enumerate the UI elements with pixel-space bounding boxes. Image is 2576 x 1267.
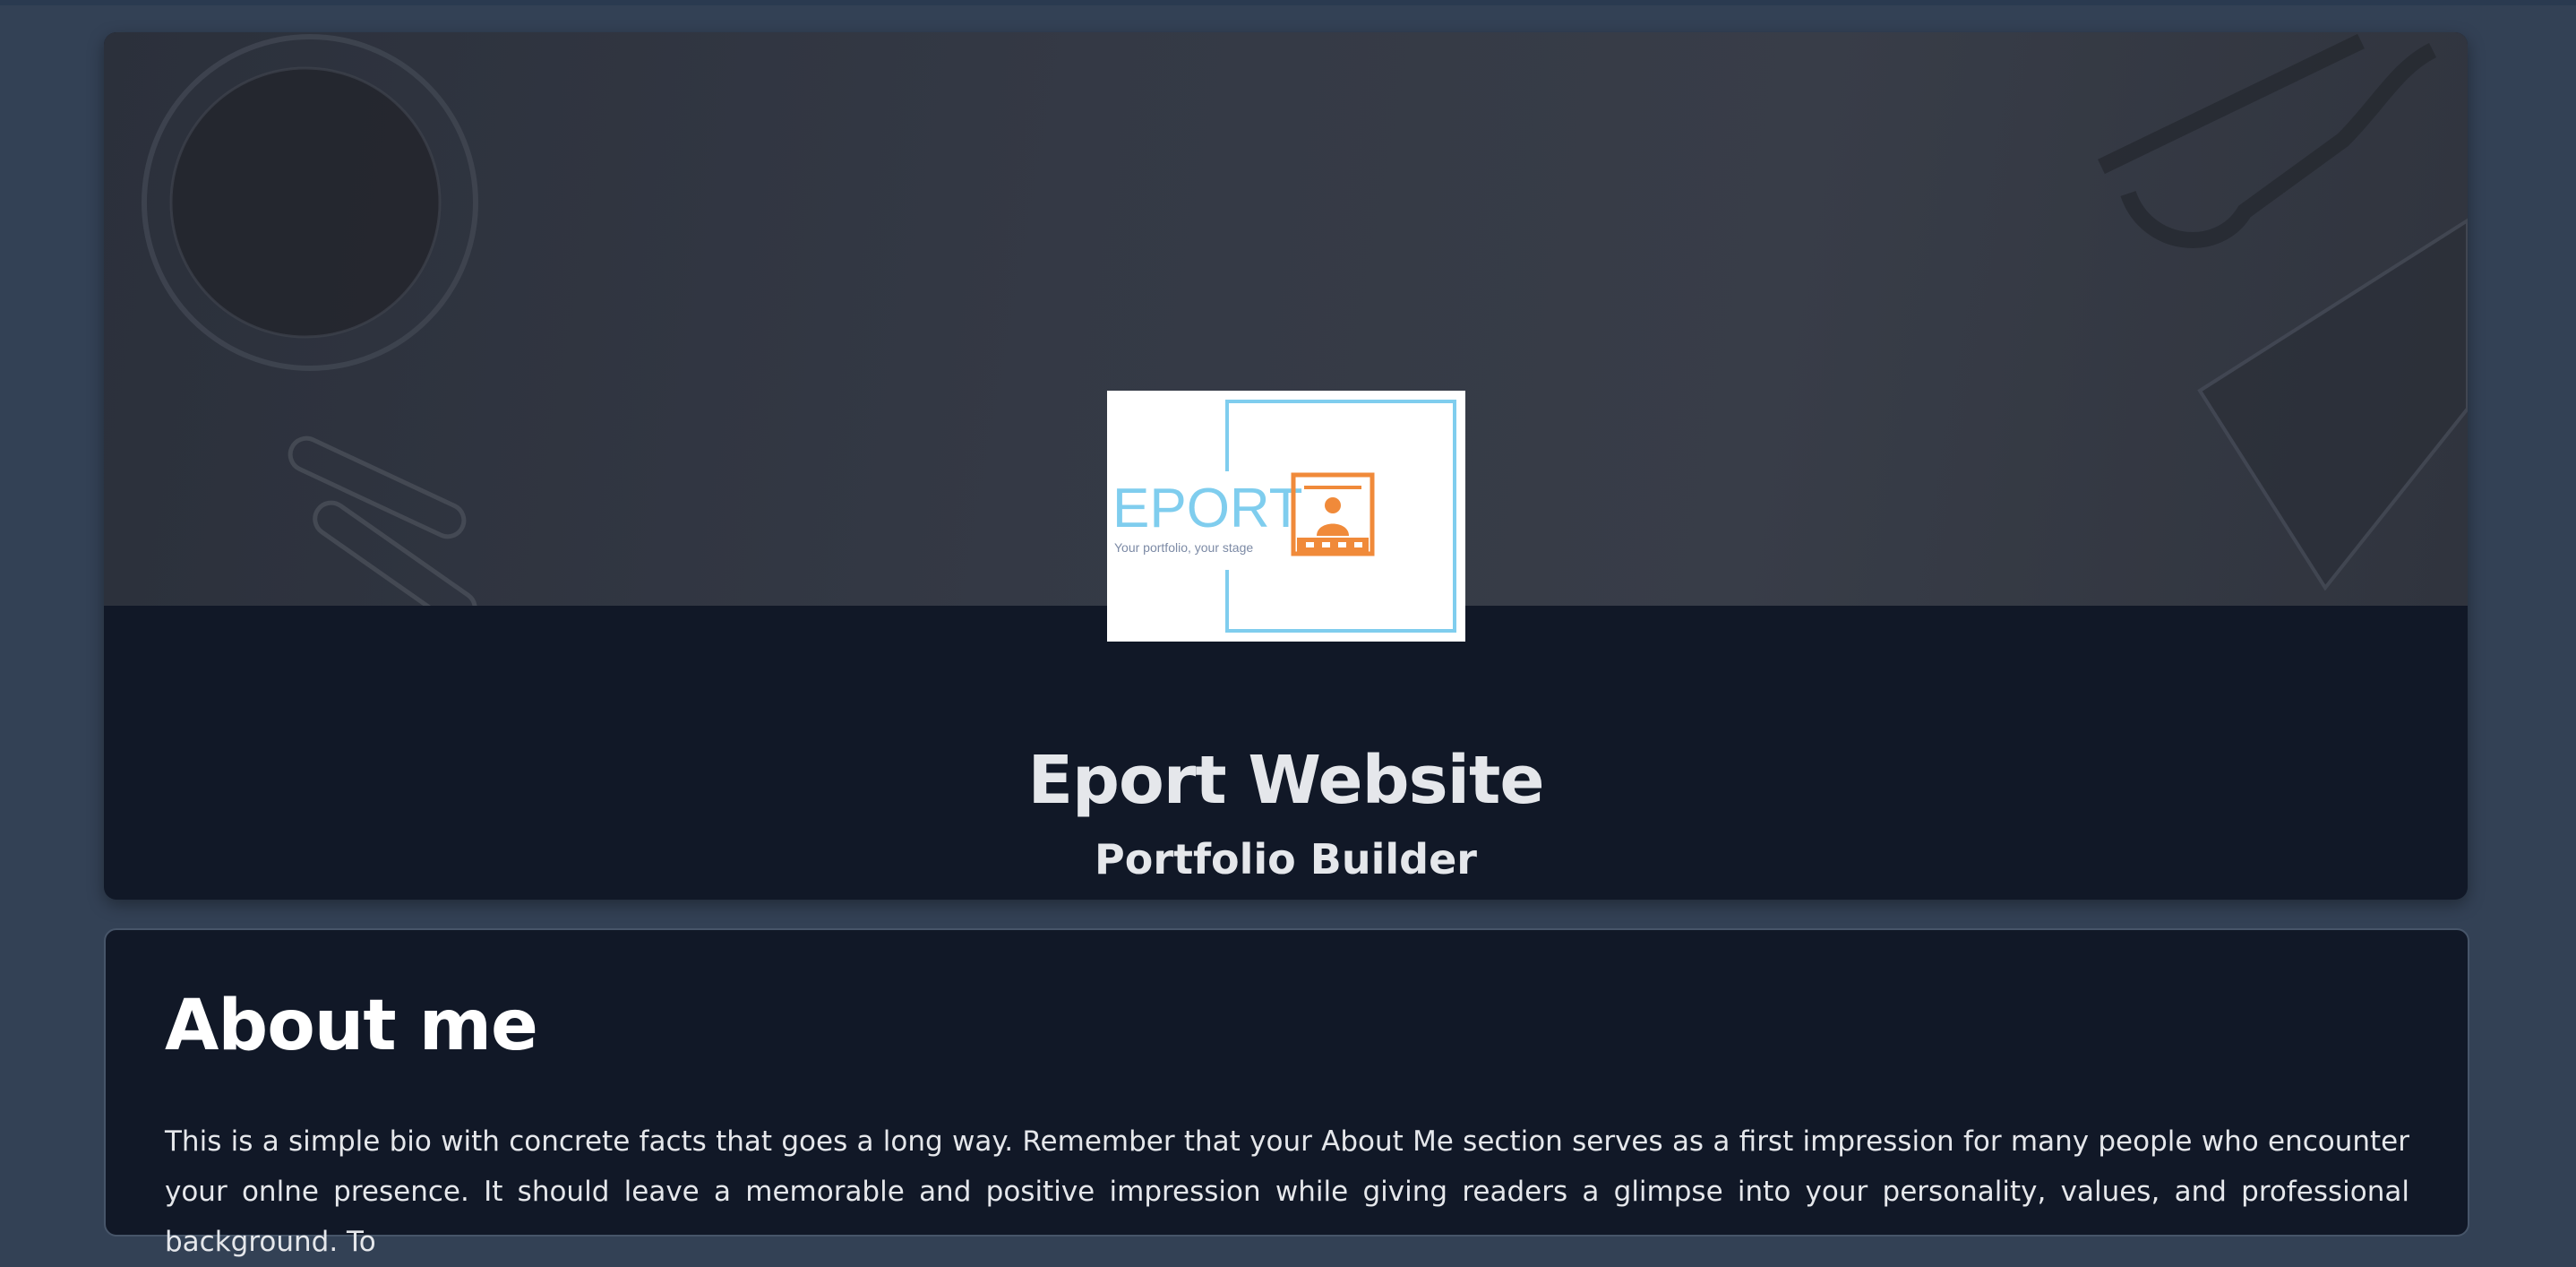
about-body-text: This is a simple bio with concrete facts… [165, 1125, 2409, 1258]
about-heading: About me [165, 986, 538, 1066]
logo-wordmark: EPORT [1112, 478, 1302, 539]
logo-tagline: Your portfolio, your stage [1114, 540, 1253, 555]
site-title: Eport Website [1027, 742, 1544, 819]
about-section: About me This is a simple bio with concr… [104, 928, 2469, 1258]
profile-header-card: EPORT Your portfolio, your stage Eport W… [104, 32, 2468, 900]
top-strip [0, 0, 2576, 5]
eport-logo-image: EPORT Your portfolio, your stage [1112, 400, 1456, 633]
eport-logo: EPORT Your portfolio, your stage [1107, 391, 1465, 642]
portfolio-icon [1291, 472, 1375, 556]
site-subtitle: Portfolio Builder [1095, 835, 1477, 883]
